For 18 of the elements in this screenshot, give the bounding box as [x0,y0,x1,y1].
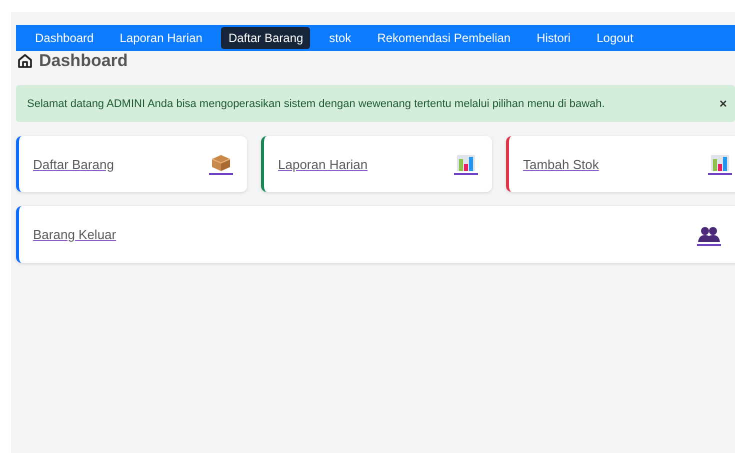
nav-link[interactable]: Histori [530,27,578,49]
nav-link[interactable]: Rekomendasi Pembelian [370,27,518,49]
card-link[interactable]: Tambah Stok [523,156,599,172]
card-link[interactable]: Barang Keluar [33,227,116,242]
page-title: Dashboard [39,51,128,71]
card-link[interactable]: Laporan Harian [278,156,368,172]
nav-link[interactable]: Dashboard [28,27,101,49]
nav-link[interactable]: Daftar Barang [221,27,310,49]
card-link[interactable]: Daftar Barang [33,156,114,172]
bar-chart-icon [454,153,478,175]
home-icon [17,53,33,69]
alert-message: Selamat datang ADMINI Anda bisa mengoperasikan sistem dengan wewenang tertentu melalui pilihan menu di bawah. [27,98,605,110]
nav-link[interactable]: stok [322,27,358,49]
close-button[interactable]: × [719,96,727,111]
nav-link[interactable]: Laporan Harian [112,27,210,49]
nav-link[interactable]: Logout [590,27,640,49]
box-icon [209,153,233,175]
bar-chart-icon [708,153,732,175]
